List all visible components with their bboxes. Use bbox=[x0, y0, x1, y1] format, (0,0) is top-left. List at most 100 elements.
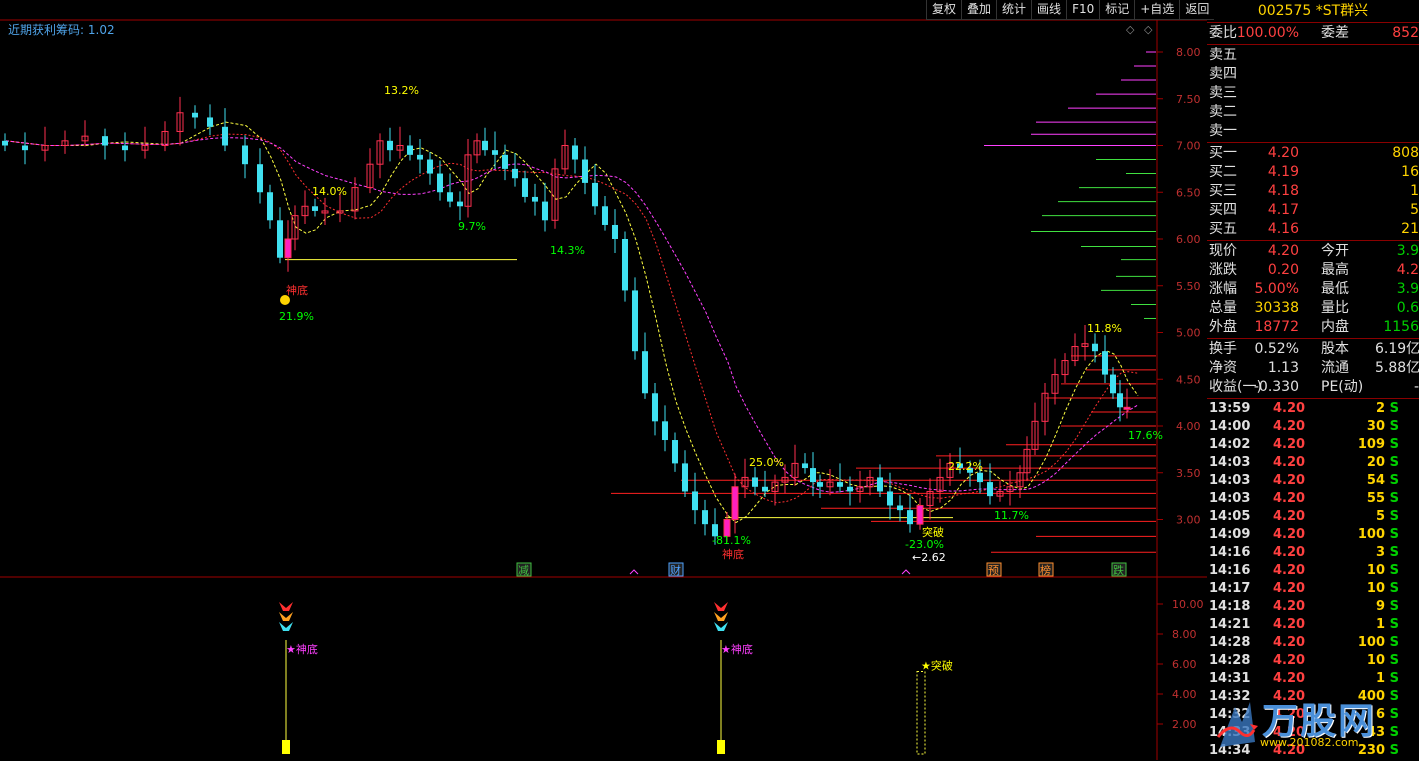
tick-price: 4.20 bbox=[1273, 671, 1306, 686]
candle-down bbox=[502, 154, 508, 169]
quote-row[interactable]: 委比 100.00% 委差 852 bbox=[1207, 24, 1419, 43]
quote-row[interactable]: 买五 4.16 21 bbox=[1207, 220, 1419, 239]
stat-label-2: 最高 bbox=[1321, 262, 1349, 278]
tick-volume: 3 bbox=[1375, 545, 1385, 560]
price-tick-label: 5.00 bbox=[1176, 327, 1201, 340]
tick-side: S bbox=[1389, 527, 1399, 542]
signal-label: ★神底 bbox=[286, 642, 318, 656]
tick-row: 14:16 4.20 10 S bbox=[1207, 562, 1419, 580]
quote-row[interactable]: 卖四 bbox=[1207, 65, 1419, 84]
toolbar-add-watch[interactable]: +自选 bbox=[1134, 0, 1180, 20]
tick-price: 4.20 bbox=[1273, 635, 1306, 650]
buy-price: 4.20 bbox=[1267, 145, 1299, 161]
toolbar-stats[interactable]: 统计 bbox=[996, 0, 1032, 20]
stat-value-2: 1156 bbox=[1383, 319, 1419, 335]
quote-row[interactable]: 涨跌 0.20 最高 4.2 bbox=[1207, 261, 1419, 280]
fund-value-2: 5.88亿 bbox=[1375, 360, 1419, 376]
stat-label: 总量 bbox=[1209, 300, 1237, 316]
quote-row[interactable]: 总量 30338 量比 0.6 bbox=[1207, 299, 1419, 318]
fund-value: 1.13 bbox=[1267, 360, 1299, 376]
buy-label: 买二 bbox=[1209, 164, 1237, 180]
tick-time: 14:21 bbox=[1209, 617, 1251, 632]
candle-down bbox=[682, 463, 688, 492]
annotation-label: 22.2% bbox=[948, 460, 983, 473]
candle-down bbox=[277, 220, 283, 258]
menu-icon[interactable]: ◇ bbox=[1144, 23, 1153, 36]
quote-row[interactable]: 现价 4.20 今开 3.9 bbox=[1207, 242, 1419, 261]
candle-down bbox=[847, 486, 853, 492]
candle-down bbox=[22, 145, 28, 151]
sell-label: 卖四 bbox=[1209, 66, 1237, 82]
quote-row[interactable]: 卖三 bbox=[1207, 84, 1419, 103]
tick-side: S bbox=[1389, 563, 1399, 578]
quote-row[interactable]: 涨幅 5.00% 最低 3.9 bbox=[1207, 280, 1419, 299]
quote-row[interactable]: 买四 4.17 5 bbox=[1207, 201, 1419, 220]
tick-price: 4.20 bbox=[1273, 455, 1306, 470]
fund-label-2: 流通 bbox=[1321, 360, 1349, 376]
annotation-label: 11.8% bbox=[1087, 322, 1122, 335]
stat-value: 0.20 bbox=[1267, 262, 1299, 278]
buy-price: 4.19 bbox=[1267, 164, 1299, 180]
toolbar-fuquan[interactable]: 复权 bbox=[926, 0, 962, 20]
kline-chart[interactable]: 13.2%14.0%9.7%14.3%21.9%神底25.0%-81.1%神底2… bbox=[0, 0, 1207, 760]
quote-row[interactable]: 净资 1.13 流通 5.88亿 bbox=[1207, 359, 1419, 378]
candle-down bbox=[257, 164, 263, 193]
candle-down bbox=[672, 440, 678, 464]
tick-volume: 20 bbox=[1366, 455, 1385, 470]
candle-down bbox=[312, 206, 318, 211]
sell-label: 卖五 bbox=[1209, 47, 1237, 63]
diamond-icon[interactable]: ◇ bbox=[1126, 23, 1135, 36]
indicator-tick-label: 10.00 bbox=[1172, 598, 1204, 611]
indicator-title[interactable]: 近期获利筹码: 1.02 bbox=[8, 21, 115, 38]
quote-row[interactable]: 卖二 bbox=[1207, 103, 1419, 122]
candle-down bbox=[532, 196, 538, 202]
toolbar-f10[interactable]: F10 bbox=[1066, 0, 1100, 20]
divider bbox=[1207, 44, 1419, 45]
tick-row: 14:28 4.20 100 S bbox=[1207, 634, 1419, 652]
tick-volume: 9 bbox=[1375, 599, 1385, 614]
quote-row[interactable]: 换手 0.52% 股本 6.19亿 bbox=[1207, 340, 1419, 359]
fund-label: 净资 bbox=[1209, 360, 1237, 376]
candle-down bbox=[592, 182, 598, 207]
toolbar-draw[interactable]: 画线 bbox=[1031, 0, 1067, 20]
annotation-label: ←2.62 bbox=[912, 551, 946, 564]
quote-row[interactable]: 买二 4.19 16 bbox=[1207, 163, 1419, 182]
quote-row[interactable]: 外盘 18772 内盘 1156 bbox=[1207, 318, 1419, 337]
candle-down bbox=[192, 112, 198, 118]
tick-volume: 100 bbox=[1357, 527, 1385, 542]
stat-label: 外盘 bbox=[1209, 319, 1237, 335]
price-tick-label: 6.50 bbox=[1176, 186, 1201, 199]
toolbar-overlay[interactable]: 叠加 bbox=[961, 0, 997, 20]
quote-row[interactable]: 卖一 bbox=[1207, 122, 1419, 141]
fund-label-2: PE(动) bbox=[1321, 379, 1364, 395]
annotation-label: 17.6% bbox=[1128, 429, 1163, 442]
toolbar-mark[interactable]: 标记 bbox=[1099, 0, 1135, 20]
watermark: 万股网 www.201082.com bbox=[1210, 692, 1418, 758]
candle-down bbox=[222, 126, 228, 146]
quote-row[interactable]: 收益(一) -0.330 PE(动) - bbox=[1207, 378, 1419, 397]
tick-side: S bbox=[1389, 545, 1399, 560]
quote-row[interactable]: 买一 4.20 808 bbox=[1207, 144, 1419, 163]
stat-value-2: 0.6 bbox=[1396, 300, 1419, 316]
quote-row[interactable]: 卖五 bbox=[1207, 46, 1419, 65]
event-tag: 财 bbox=[670, 563, 681, 577]
signal-label: ★神底 bbox=[721, 642, 753, 656]
tick-volume: 10 bbox=[1366, 581, 1385, 596]
quote-row[interactable]: 买三 4.18 1 bbox=[1207, 182, 1419, 201]
buy-label: 买五 bbox=[1209, 221, 1237, 237]
fund-value: 0.52% bbox=[1254, 341, 1299, 357]
candle-down bbox=[102, 136, 108, 146]
annotation-label: 14.3% bbox=[550, 244, 585, 257]
tick-time: 13:59 bbox=[1209, 401, 1251, 416]
candle-down bbox=[572, 145, 578, 160]
candle-down bbox=[492, 150, 498, 155]
tick-volume: 1 bbox=[1375, 617, 1385, 632]
stock-header[interactable]: 002575 *ST群兴 bbox=[1207, 0, 1419, 23]
stat-value-2: 3.9 bbox=[1396, 243, 1419, 259]
toolbar: 复权 叠加 统计 画线 F10 标记 +自选 返回 bbox=[926, 0, 1215, 20]
tick-price: 4.20 bbox=[1273, 653, 1306, 668]
tick-side: S bbox=[1389, 419, 1399, 434]
divider bbox=[1207, 240, 1419, 241]
tick-row: 14:28 4.20 10 S bbox=[1207, 652, 1419, 670]
tick-volume: 5 bbox=[1375, 509, 1385, 524]
